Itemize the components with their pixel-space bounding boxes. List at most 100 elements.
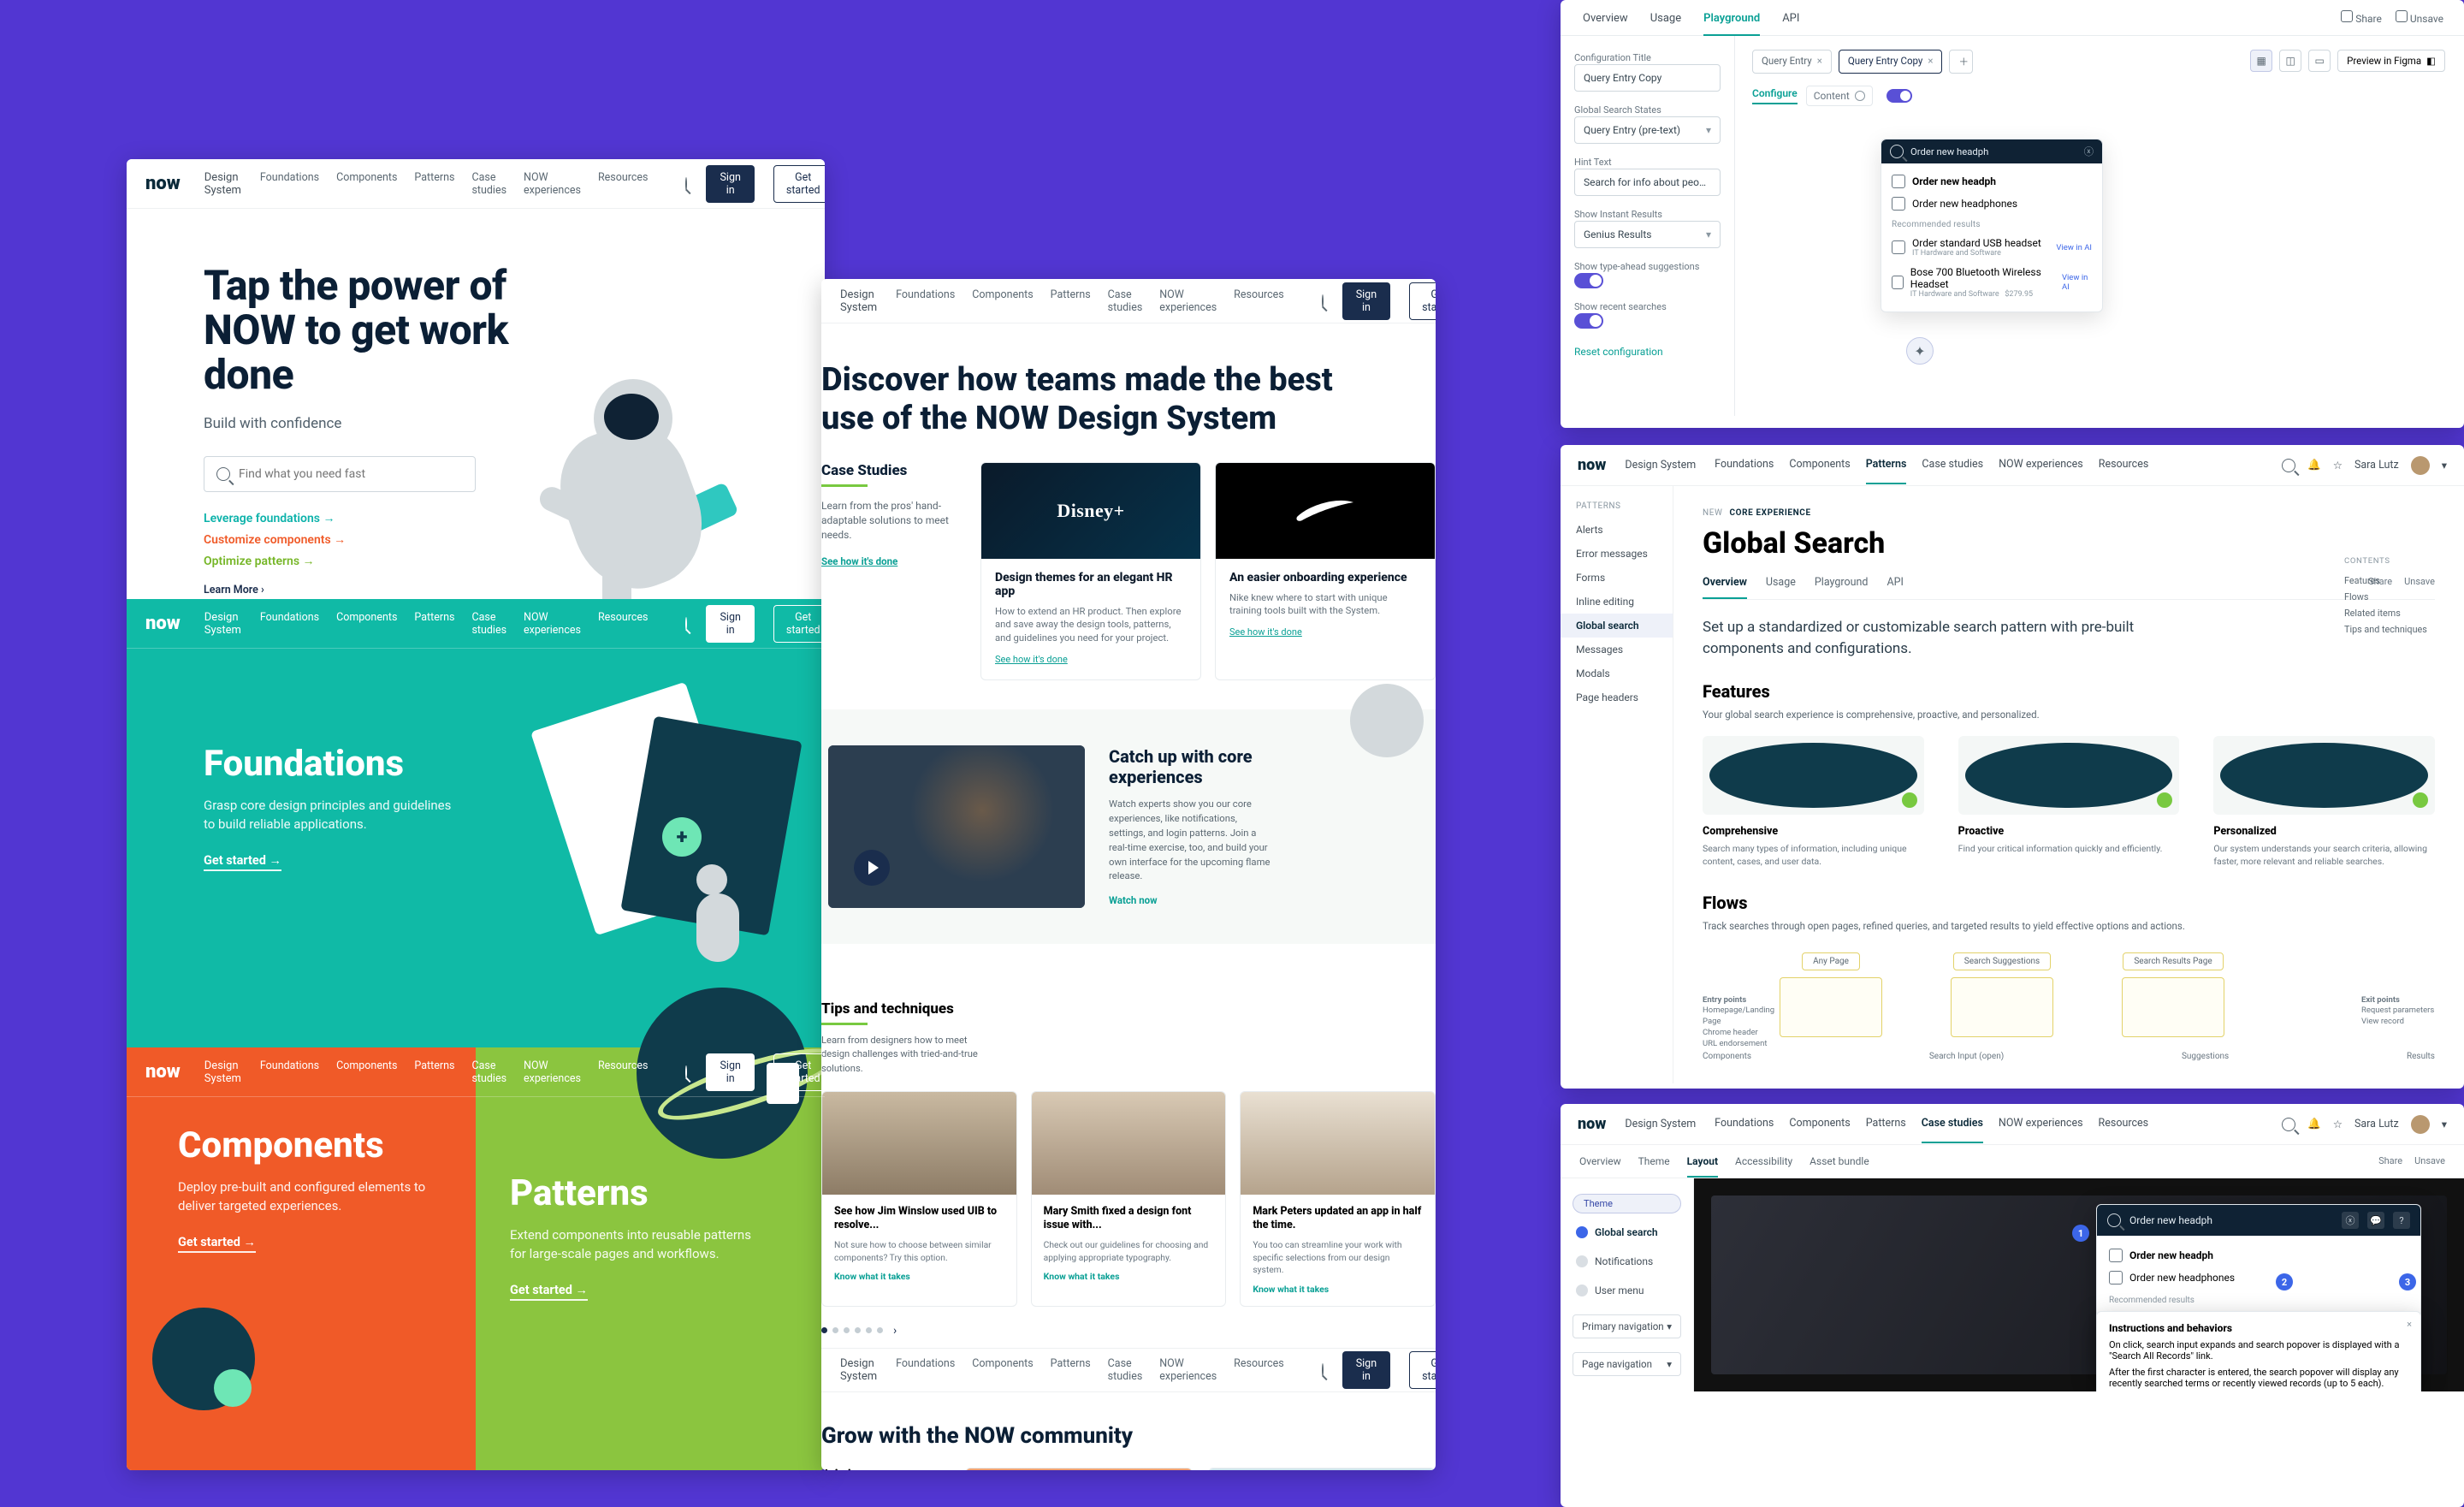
tip-card[interactable]: See how Jim Winslow used UIB to resolve.…	[821, 1091, 1017, 1307]
share-link[interactable]: Share	[2378, 1155, 2402, 1167]
case-card-link[interactable]: See how it's done	[1229, 626, 1302, 638]
suggestion-row[interactable]: Order new headph	[2109, 1244, 2408, 1267]
nav-now-experiences[interactable]: NOW experiences	[524, 611, 581, 637]
add-chip-button[interactable]: ＋	[1949, 50, 1973, 74]
nav-resources[interactable]: Resources	[1234, 288, 1284, 314]
nav-resources[interactable]: Resources	[2099, 458, 2149, 472]
chevron-down-icon[interactable]: ▾	[2442, 459, 2447, 472]
search-icon[interactable]	[1322, 1363, 1324, 1377]
close-icon[interactable]: ×	[1928, 55, 1933, 67]
nav-case-studies[interactable]: Case studies	[471, 611, 506, 637]
nav-case-studies[interactable]: Case studies	[471, 171, 506, 197]
nav-case-studies[interactable]: Case studies	[1922, 458, 1983, 472]
sidebar-item-page-headers[interactable]: Page headers	[1561, 685, 1673, 709]
recent-toggle[interactable]	[1574, 313, 1603, 329]
learn-more-link[interactable]: Learn More	[204, 584, 825, 596]
close-icon[interactable]: ×	[1817, 55, 1822, 67]
chip-query-entry[interactable]: Query Entry×	[1752, 50, 1832, 74]
theme-pill[interactable]: Theme	[1573, 1194, 1681, 1213]
bookmark-icon[interactable]: ☆	[2333, 459, 2343, 472]
nav-components[interactable]: Components	[972, 288, 1033, 314]
annotation-3-icon[interactable]: 3	[2399, 1273, 2416, 1290]
avatar[interactable]	[2411, 456, 2430, 475]
annotation-1-icon[interactable]: 1	[2072, 1225, 2089, 1242]
sidebar-item-errors[interactable]: Error messages	[1561, 542, 1673, 566]
primary-navigation-select[interactable]: Primary navigation▾	[1573, 1314, 1681, 1338]
community-card[interactable]: Join the San Diego design jam	[965, 1468, 1193, 1470]
tab-theme[interactable]: Theme	[1638, 1155, 1670, 1167]
nav-components[interactable]: Components	[336, 1059, 397, 1085]
sidebar-item-inline[interactable]: Inline editing	[1561, 590, 1673, 614]
logo[interactable]: now	[145, 1061, 181, 1083]
nav-components[interactable]: Components	[972, 1357, 1033, 1383]
accessibility-icon[interactable]: ✦	[1906, 337, 1934, 365]
sidebar-item-notifications[interactable]: Notifications	[1573, 1251, 1681, 1272]
core-link[interactable]: Watch now	[1109, 894, 1158, 906]
case-card-nike[interactable]: An easier onboarding experience Nike kne…	[1215, 462, 1436, 680]
sidebar-item-messages[interactable]: Messages	[1561, 638, 1673, 662]
get-started-button[interactable]: Get started	[773, 1053, 825, 1091]
sidebar-item-forms[interactable]: Forms	[1561, 566, 1673, 590]
sign-in-button[interactable]: Sign in	[706, 1053, 754, 1091]
community-card[interactable]: Sign up for the San Francisco	[1208, 1468, 1436, 1470]
nav-components[interactable]: Components	[1789, 1117, 1850, 1131]
search-icon[interactable]	[685, 177, 687, 191]
nav-resources[interactable]: Resources	[598, 611, 649, 637]
nav-now-experiences[interactable]: NOW experiences	[1999, 458, 2083, 472]
get-started-button[interactable]: Get started	[1409, 282, 1436, 320]
nav-now-experiences[interactable]: NOW experiences	[1159, 1357, 1217, 1383]
sidebar-item-user-menu[interactable]: User menu	[1573, 1280, 1681, 1301]
result-row[interactable]: Bose 700 Bluetooth Wireless HeadsetIT Ha…	[1892, 262, 2092, 303]
components-cta[interactable]: Get started	[178, 1235, 256, 1253]
clear-icon[interactable]: ⓧ	[2084, 145, 2094, 158]
configure-tab[interactable]: Configure	[1752, 87, 1798, 104]
nav-patterns[interactable]: Patterns	[414, 1059, 454, 1085]
typeahead-toggle[interactable]	[1574, 273, 1603, 288]
nav-components[interactable]: Components	[336, 611, 397, 637]
logo[interactable]: now	[145, 613, 181, 634]
nav-patterns[interactable]: Patterns	[1051, 1357, 1091, 1383]
foundations-cta[interactable]: Get started	[204, 853, 281, 871]
search-icon[interactable]	[1322, 294, 1324, 308]
get-started-button[interactable]: Get started	[773, 165, 825, 203]
nav-patterns[interactable]: Patterns	[1866, 458, 1907, 484]
tab-overview[interactable]: Overview	[1579, 1155, 1621, 1167]
search-bar[interactable]: Order new headph ⓧ 💬 ?	[2097, 1205, 2420, 1236]
search-icon[interactable]	[2282, 1118, 2295, 1131]
hint-input[interactable]: Search for info about people, programs..…	[1574, 169, 1721, 196]
chip-query-entry-copy[interactable]: Query Entry Copy×	[1839, 50, 1943, 74]
tab-usage[interactable]: Usage	[1766, 576, 1796, 599]
nav-case-studies[interactable]: Case studies	[1108, 288, 1143, 314]
reset-link[interactable]: Reset configuration	[1574, 346, 1721, 358]
tip-link[interactable]: Know what it takes	[834, 1271, 910, 1282]
bookmark-icon[interactable]: ☆	[2333, 1118, 2343, 1131]
tab-accessibility[interactable]: Accessibility	[1735, 1155, 1792, 1167]
toc-related[interactable]: Related items	[2344, 605, 2445, 621]
avatar[interactable]	[2411, 1115, 2430, 1134]
suggestion-row[interactable]: Order new headph	[1892, 170, 2092, 193]
nav-resources[interactable]: Resources	[1234, 1357, 1284, 1383]
result-row[interactable]: Order standard USB headsetIT Hardware an…	[1892, 233, 2092, 262]
nav-foundations[interactable]: Foundations	[260, 1059, 319, 1085]
annotation-2-icon[interactable]: 2	[2276, 1273, 2293, 1290]
logo[interactable]: now	[1578, 456, 1606, 474]
sidebar-item-global-search[interactable]: Global search	[1561, 614, 1673, 638]
instant-select[interactable]: Genius Results▾	[1574, 221, 1721, 248]
tab-overview[interactable]: Overview	[1703, 576, 1747, 599]
sign-in-button[interactable]: Sign in	[1342, 282, 1390, 320]
nav-case-studies[interactable]: Case studies	[1922, 1117, 1983, 1143]
nav-foundations[interactable]: Foundations	[896, 288, 955, 314]
nav-now-experiences[interactable]: NOW experiences	[524, 171, 581, 197]
hero-search-input[interactable]	[239, 467, 463, 481]
case-card-link[interactable]: See how it's done	[995, 654, 1068, 665]
toc-features[interactable]: Features	[2344, 573, 2445, 589]
nav-foundations[interactable]: Foundations	[896, 1357, 955, 1383]
tab-api[interactable]: API	[1782, 12, 1799, 35]
tab-usage[interactable]: Usage	[1650, 12, 1681, 35]
nav-foundations[interactable]: Foundations	[260, 611, 319, 637]
nav-foundations[interactable]: Foundations	[260, 171, 319, 197]
nav-case-studies[interactable]: Case studies	[471, 1059, 506, 1085]
nav-case-studies[interactable]: Case studies	[1108, 1357, 1143, 1383]
nav-foundations[interactable]: Foundations	[1715, 1117, 1774, 1131]
logo[interactable]: now	[1578, 1115, 1606, 1133]
